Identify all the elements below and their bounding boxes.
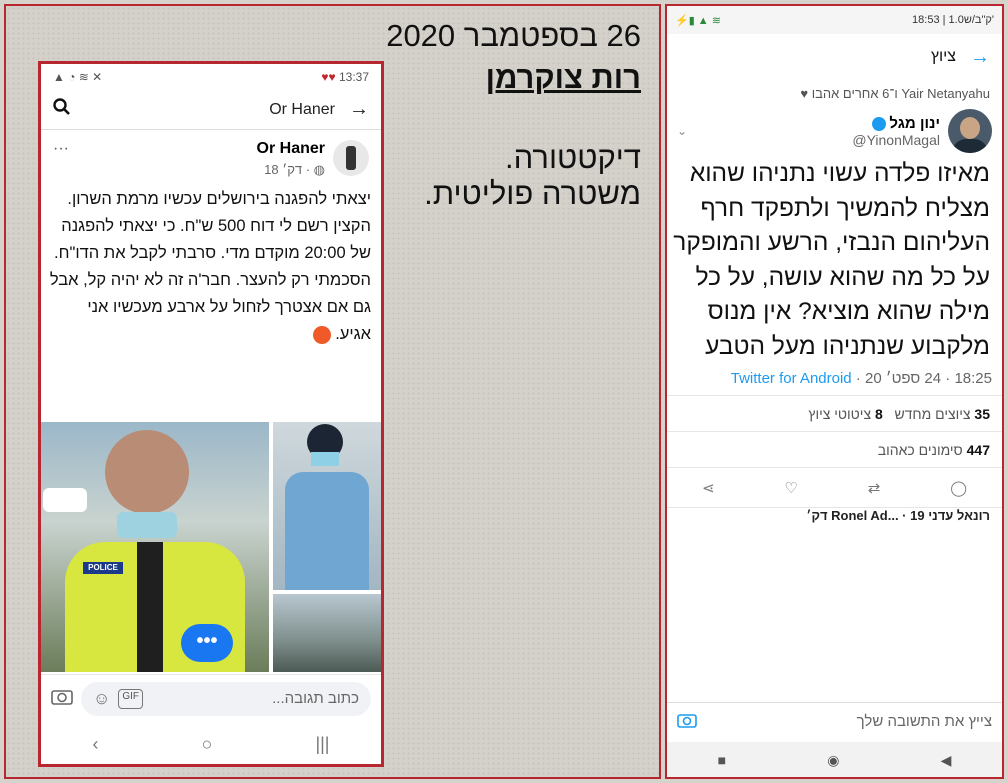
globe-icon: ◍ <box>313 162 325 177</box>
square-nav-icon[interactable]: ■ <box>718 752 726 768</box>
camera-icon[interactable] <box>677 712 697 732</box>
home-nav-icon[interactable]: ◉ <box>827 752 839 769</box>
post-text: יצאתי להפגנה בירושלים עכשיו מרמת השרון. … <box>49 190 371 344</box>
tw-status-bar: ⚡▮ ▲ ≋ 18:53 | 1.0ק"ב/ש' <box>667 6 1002 34</box>
comment-bar: כתוב תגובה... GIF ☺ <box>41 674 381 722</box>
forward-arrow-icon[interactable]: → <box>349 98 369 121</box>
tw-status-time: 18:53 | 1.0ק"ב/ש' <box>912 14 994 26</box>
caption-line-2: משטרה פוליטית. <box>424 176 641 211</box>
android-nav-bar: ■ ◉ ◀ <box>667 742 1002 777</box>
caption-line-1: דיקטטורה. <box>505 140 641 175</box>
signal-icons: ▲ ◔ ≋ ✕ <box>53 70 103 84</box>
back-nav-icon[interactable]: ‹ <box>93 734 99 755</box>
more-options-icon[interactable]: ··· <box>53 140 69 178</box>
like-icon[interactable]: ♡ <box>784 479 797 497</box>
author-handle: @YinonMagal <box>852 131 940 148</box>
heart-icon: ♥ <box>800 86 809 101</box>
post-author[interactable]: Or Haner <box>257 140 325 158</box>
tw-status-icons: ⚡▮ ▲ ≋ <box>675 14 721 27</box>
fb-status-right: ♥♥ 13:37 <box>321 70 369 84</box>
comment-input[interactable]: כתוב תגובה... GIF ☺ <box>81 681 371 716</box>
tweet-source[interactable]: Twitter for Android <box>731 370 852 387</box>
smiley-icon[interactable]: ☺ <box>93 689 110 709</box>
reply-icon[interactable]: ◯ <box>950 479 967 497</box>
left-panel: 26 בספטמבר 2020 רות צוקרמן דיקטטורה. משט… <box>4 4 661 779</box>
photo-bottom-right[interactable] <box>273 594 381 672</box>
post-time: 18 דק׳ · ◍ <box>264 162 325 177</box>
caption-author: רות צוקרמן <box>485 60 641 95</box>
tweet-author[interactable]: ⌄ ינון מגל @YinonMagal <box>667 101 1002 153</box>
home-nav-icon[interactable]: ○ <box>202 734 213 755</box>
fb-header: Or Haner → <box>41 90 381 130</box>
caption-date: 26 בספטמבר 2020 <box>386 18 641 53</box>
tw-header-title: ציוץ <box>930 48 956 65</box>
photo-top-right[interactable] <box>273 422 381 590</box>
caption-text: דיקטטורה. משטרה פוליטית. <box>424 140 641 212</box>
reply-bar[interactable]: צייץ את התשובה שלך <box>667 702 1002 740</box>
twitter-phone: ⚡▮ ▲ ≋ 18:53 | 1.0ק"ב/ש' ציוץ → Yair Net… <box>665 4 1004 779</box>
avatar[interactable] <box>948 109 992 153</box>
recents-nav-icon[interactable]: ||| <box>315 734 329 755</box>
android-nav-bar: ‹ ○ ||| <box>41 724 381 764</box>
chevron-down-icon[interactable]: ⌄ <box>677 124 687 138</box>
like-stats[interactable]: 447 סימונים כאהוב <box>667 431 1002 467</box>
facebook-phone: ▲ ◔ ≋ ✕ ♥♥ 13:37 Or Haner → ··· Or Haner… <box>38 61 384 767</box>
search-icon[interactable] <box>53 98 71 121</box>
fb-post-header: ··· Or Haner 18 דק׳ · ◍ <box>41 130 381 178</box>
fb-status-bar: ▲ ◔ ≋ ✕ ♥♥ 13:37 <box>41 64 381 90</box>
liked-by[interactable]: Yair Netanyahu ו־6 אחרים אהבו ♥ <box>667 80 1002 101</box>
tweet-text: מאיזו פלדה עשוי נתניהו שהוא מצליח להמשיך… <box>673 160 990 360</box>
comment-placeholder: כתוב תגובה... <box>272 690 359 707</box>
angry-emoji-icon <box>312 325 331 344</box>
back-nav-icon[interactable]: ◀ <box>941 752 952 769</box>
photo-main[interactable]: POLICE <box>41 422 269 672</box>
verified-icon <box>872 116 887 131</box>
back-arrow-icon[interactable]: → <box>970 46 990 69</box>
tweet-actions: ⋖ ♡ ⇄ ◯ <box>667 467 1002 507</box>
police-badge: POLICE <box>83 562 123 574</box>
avatar[interactable] <box>333 140 369 176</box>
author-name: ינון מגל <box>852 115 940 132</box>
tw-header: ציוץ → <box>667 34 1002 80</box>
reply-placeholder: צייץ את התשובה שלך <box>856 713 992 730</box>
gif-icon[interactable]: GIF <box>118 688 144 709</box>
retweet-stats[interactable]: 35 ציוצים מחדש 8 ציטוטי ציוץ <box>667 395 1002 431</box>
share-icon[interactable]: ⋖ <box>702 479 715 497</box>
camera-icon[interactable] <box>51 687 73 710</box>
tweet-time: 18:25 · 24 ספט׳ 20 · <box>851 370 992 387</box>
reply-preview[interactable]: רונאל עדני Ronel Ad... · 19 דק׳ <box>667 507 1002 527</box>
retweet-icon[interactable]: ⇄ <box>868 479 881 497</box>
tweet-meta: 18:25 · 24 ספט׳ 20 · Twitter for Android <box>667 364 1002 387</box>
more-photos-button[interactable]: ••• <box>181 624 233 662</box>
fb-header-name: Or Haner <box>269 100 335 118</box>
